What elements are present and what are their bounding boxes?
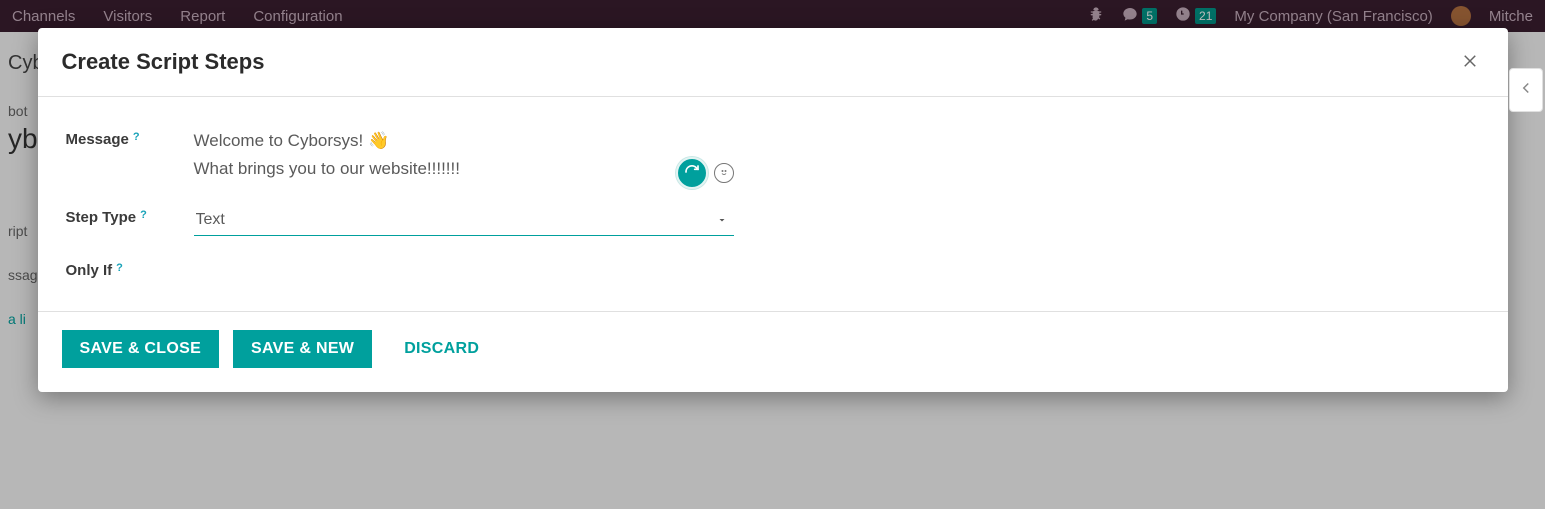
- field-step-type: Step Type ?: [66, 205, 1480, 236]
- refresh-icon: [684, 164, 700, 183]
- step-type-select[interactable]: [194, 205, 734, 236]
- smile-icon: [718, 165, 730, 181]
- discard-button[interactable]: DISCARD: [386, 330, 497, 368]
- create-script-step-modal: Create Script Steps Message ? Welcome to…: [38, 28, 1508, 392]
- help-step-type-icon[interactable]: ?: [140, 209, 147, 221]
- close-button[interactable]: [1456, 48, 1484, 76]
- modal-body: Message ? Welcome to Cyborsys! 👋 What br…: [38, 97, 1508, 311]
- message-input[interactable]: Welcome to Cyborsys! 👋 What brings you t…: [194, 127, 734, 183]
- modal-header: Create Script Steps: [38, 28, 1508, 97]
- save-new-button[interactable]: SAVE & NEW: [233, 330, 372, 368]
- modal-title: Create Script Steps: [62, 49, 265, 75]
- label-only-if: Only If: [66, 262, 113, 279]
- modal-overlay: Create Script Steps Message ? Welcome to…: [0, 0, 1545, 509]
- label-message: Message: [66, 131, 129, 148]
- field-message: Message ? Welcome to Cyborsys! 👋 What br…: [66, 127, 1480, 183]
- grammar-check-button[interactable]: [676, 157, 708, 189]
- close-icon: [1461, 52, 1479, 73]
- save-close-button[interactable]: SAVE & CLOSE: [62, 330, 220, 368]
- emoji-picker-button[interactable]: [714, 163, 734, 183]
- help-message-icon[interactable]: ?: [133, 131, 140, 143]
- field-only-if: Only If ?: [66, 258, 1480, 279]
- modal-footer: SAVE & CLOSE SAVE & NEW DISCARD: [38, 311, 1508, 392]
- label-step-type: Step Type: [66, 209, 137, 226]
- chevron-left-icon: [1517, 77, 1535, 103]
- toggle-side-panel[interactable]: [1509, 68, 1543, 112]
- help-only-if-icon[interactable]: ?: [116, 262, 123, 274]
